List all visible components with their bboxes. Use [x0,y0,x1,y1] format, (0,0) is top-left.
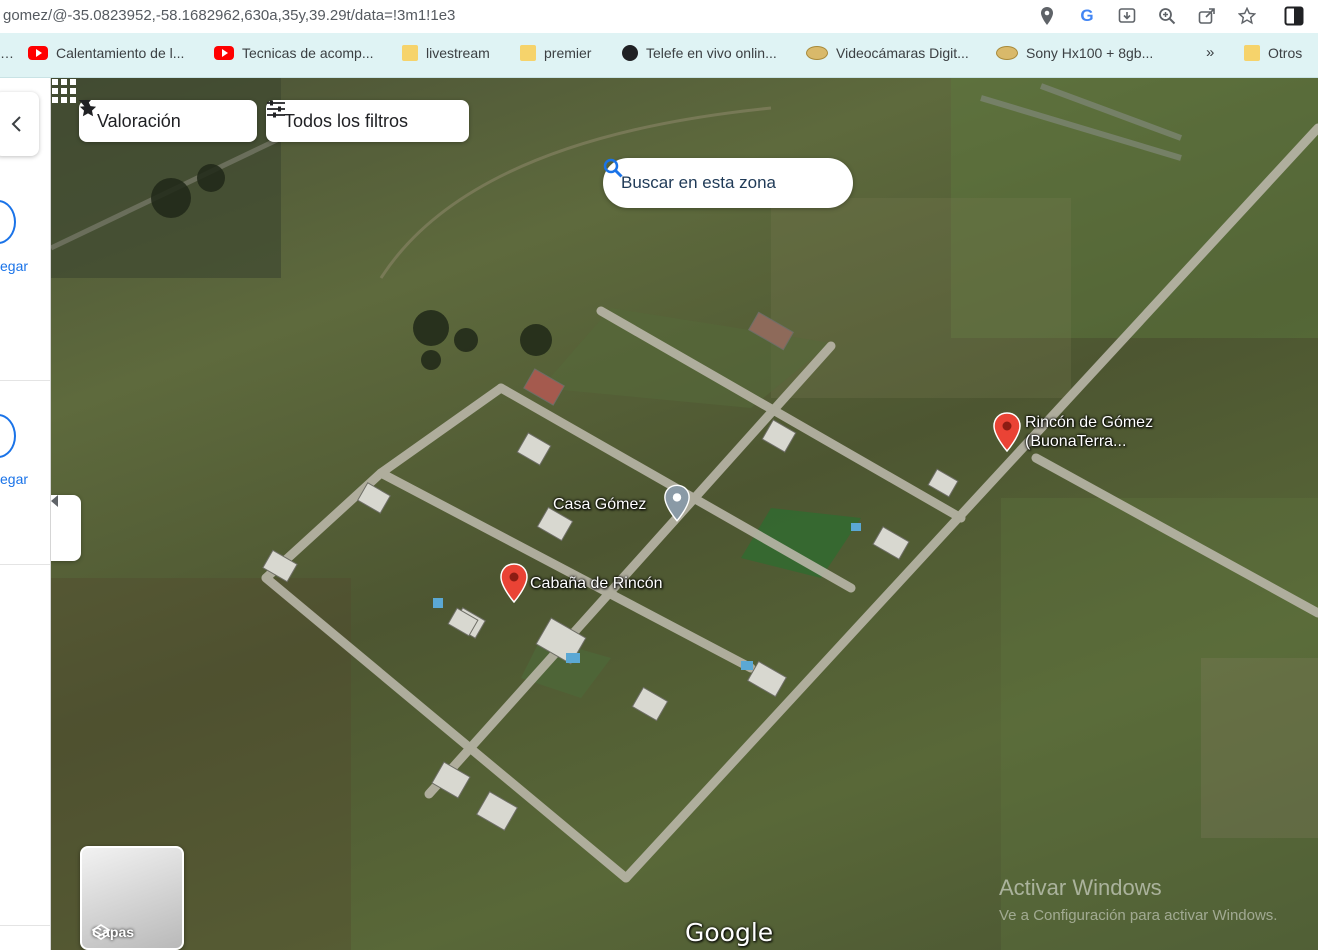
windows-activation-subtitle: Ve a Configuración para activar Windows. [999,907,1278,924]
address-bar-icons: G [1034,5,1260,27]
action-label[interactable]: egar [0,471,28,487]
left-side-panel: egar egar [0,78,51,950]
url-text[interactable]: gomez/@-35.0823952,-58.1682962,630a,35y,… [3,7,455,24]
other-bookmarks-label: Otros [1268,45,1303,61]
map-pin-icon[interactable] [663,484,691,522]
chevron-left-icon [51,495,58,507]
bookmark-label: premier [544,45,592,61]
apps-grid-icon[interactable] [51,78,77,104]
bookmark-label: Videocámaras Digit... [836,45,969,61]
divider [0,564,50,565]
all-filters-label: Todos los filtros [284,110,409,131]
other-bookmarks[interactable]: Otros [1244,45,1302,61]
rating-filter-label: Valoración [97,110,181,131]
install-icon[interactable] [1114,5,1140,27]
folder-icon [520,45,536,61]
close-icon [11,116,21,132]
divider [0,925,50,926]
globe-icon [622,45,638,61]
layers-label: Capas [92,924,134,940]
action-circle-icon[interactable] [0,414,16,458]
map-pin-icon[interactable] [499,563,529,603]
search-this-area-label: Buscar en esta zona [621,173,776,192]
search-icon [603,158,623,178]
place-name: Rincón de Gómez [1025,414,1154,431]
action-circle-icon[interactable] [0,200,16,244]
side-panel-icon[interactable] [1282,4,1306,28]
google-translate-icon[interactable]: G [1074,5,1100,27]
place-label-casa-gomez[interactable]: Casa Gómez [553,495,646,514]
bookmark-item[interactable]: Telefe en vivo onlin... [622,45,777,61]
map-satellite-view[interactable]: Valoración Todos los filtros Buscar en e… [51,78,1318,950]
bookmarks-more-button[interactable]: » [1206,44,1214,61]
folder-icon [402,45,418,61]
bookmark-star-icon[interactable] [1234,5,1260,27]
bookmark-label: Calentamiento de l... [56,45,185,61]
chevron-down-icon [79,100,91,107]
youtube-icon [28,46,48,60]
place-label-rincon-de-gomez[interactable]: Rincón de Gómez (BuonaTerra... [1025,413,1153,451]
place-label-cabana-de-rincon[interactable]: Cabaña de Rincón [530,574,663,593]
address-bar[interactable]: gomez/@-35.0823952,-58.1682962,630a,35y,… [0,0,1318,34]
bookmarks-bar: … Calentamiento de l... Tecnicas de acom… [0,33,1318,78]
bookmark-item[interactable]: premier [520,45,591,61]
dish-icon [996,46,1018,60]
google-logo: Google [685,918,774,947]
bookmark-label: livestream [426,45,490,61]
bookmark-item[interactable]: Sony Hx100 + 8gb... [996,45,1153,61]
action-label[interactable]: egar [0,258,28,274]
bookmark-item[interactable]: Videocámaras Digit... [806,45,969,61]
dish-icon [806,46,828,60]
bookmark-item[interactable]: Tecnicas de acomp... [214,45,374,61]
rating-filter-chip[interactable]: Valoración [79,100,257,142]
layers-icon [92,924,110,940]
layers-button[interactable]: Capas [80,846,184,950]
search-this-area-button[interactable]: Buscar en esta zona [603,158,853,208]
bookmark-overflow-left[interactable]: … [0,45,14,61]
bookmark-label: Tecnicas de acomp... [242,45,374,61]
close-panel-button[interactable] [0,92,39,156]
share-icon[interactable] [1194,5,1220,27]
bookmark-item[interactable]: Calentamiento de l... [28,45,184,61]
divider [0,380,50,381]
windows-activation-title: Activar Windows [999,875,1162,900]
map-pin-icon[interactable] [992,412,1022,452]
all-filters-chip[interactable]: Todos los filtros [266,100,469,142]
bookmark-label: Telefe en vivo onlin... [646,45,777,61]
collapse-panel-button[interactable] [51,495,81,561]
bookmark-label: Sony Hx100 + 8gb... [1026,45,1154,61]
filter-sliders-icon [267,100,285,118]
folder-icon [1244,45,1260,61]
bookmark-item[interactable]: livestream [402,45,490,61]
location-icon[interactable] [1034,5,1060,27]
youtube-icon [214,46,234,60]
zoom-icon[interactable] [1154,5,1180,27]
place-name-line2: (BuonaTerra... [1025,433,1127,450]
